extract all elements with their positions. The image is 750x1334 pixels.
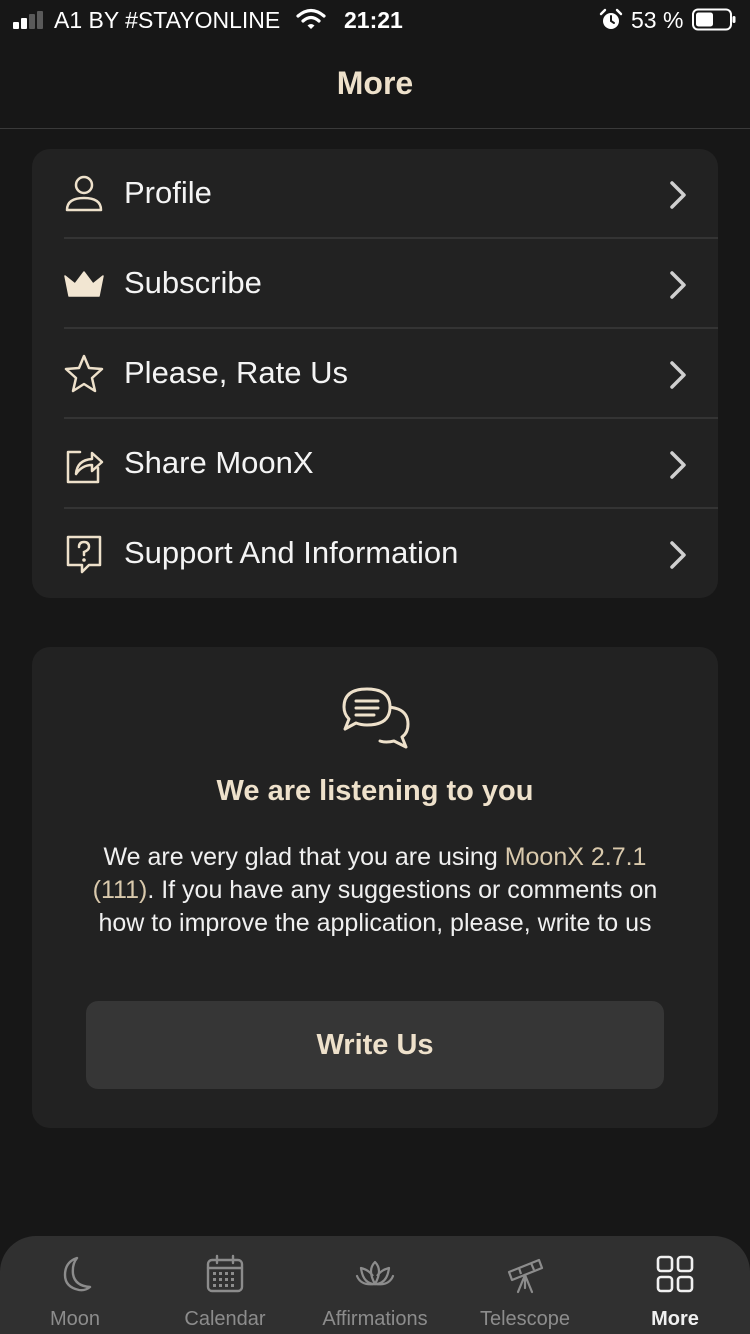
chat-bubbles-icon [342, 687, 410, 749]
status-bar: A1 BY #STAYONLINE 21:21 53 % [0, 0, 750, 40]
menu-item-label: Support And Information [124, 535, 459, 570]
signal-icon [13, 11, 47, 29]
tab-label: Calendar [184, 1308, 266, 1330]
tab-telescope[interactable]: Telescope [450, 1236, 600, 1334]
chevron-right-icon [670, 181, 686, 209]
menu-item-support[interactable]: Support And Information [32, 509, 718, 599]
chevron-right-icon [670, 271, 686, 299]
menu-item-label: Please, Rate Us [124, 355, 348, 390]
alarm-icon [599, 8, 623, 29]
page-title: More [336, 65, 414, 101]
chevron-right-icon [670, 541, 686, 569]
clock-time: 21:21 [344, 7, 403, 33]
tab-label: More [651, 1308, 699, 1330]
person-icon [65, 175, 103, 212]
lotus-icon [355, 1260, 395, 1286]
crown-icon [64, 271, 104, 297]
tab-affirmations[interactable]: Affirmations [300, 1236, 450, 1334]
feedback-card: We are listening to you We are very glad… [32, 647, 718, 1128]
tab-label: Moon [49, 1308, 101, 1330]
menu-item-label: Share MoonX [124, 445, 314, 480]
telescope-icon [507, 1258, 544, 1294]
calendar-icon [206, 1254, 244, 1293]
menu-item-subscribe[interactable]: Subscribe [32, 239, 718, 329]
menu-item-share[interactable]: Share MoonX [32, 419, 718, 509]
tab-bar: Moon Calendar Affirmations Telescope Mor… [0, 1236, 750, 1334]
feedback-message: We are very glad that you are using Moon… [82, 841, 668, 940]
tab-label: Affirmations [322, 1308, 428, 1330]
chevron-right-icon [670, 451, 686, 479]
write-us-button[interactable]: Write Us [86, 1001, 664, 1089]
tab-more[interactable]: More [600, 1236, 750, 1334]
menu-card: Profile Subscribe Please, Rate Us Share … [32, 149, 718, 598]
battery-icon [692, 8, 736, 31]
tab-moon[interactable]: Moon [0, 1236, 150, 1334]
chevron-right-icon [670, 361, 686, 389]
question-icon [66, 535, 102, 574]
wifi-icon [296, 8, 326, 29]
grid-icon [656, 1255, 694, 1293]
tab-label: Telescope [479, 1308, 571, 1330]
feedback-text-end: . If you have any suggestions or comment… [98, 876, 658, 937]
moon-icon [63, 1256, 92, 1292]
star-icon [64, 354, 104, 393]
carrier-name: A1 BY #STAYONLINE [54, 7, 281, 33]
menu-item-rate-us[interactable]: Please, Rate Us [32, 329, 718, 419]
menu-item-label: Profile [124, 175, 212, 210]
share-icon [66, 450, 104, 484]
feedback-text-start: We are very glad that you are using [103, 843, 505, 871]
feedback-title: We are listening to you [216, 775, 534, 807]
tab-calendar[interactable]: Calendar [150, 1236, 300, 1334]
menu-item-profile[interactable]: Profile [32, 149, 718, 239]
menu-item-label: Subscribe [124, 265, 262, 300]
battery-percentage: 53 % [631, 7, 684, 33]
navigation-header: More [0, 40, 750, 129]
more-screen: A1 BY #STAYONLINE 21:21 53 % More Profil… [0, 0, 750, 1334]
